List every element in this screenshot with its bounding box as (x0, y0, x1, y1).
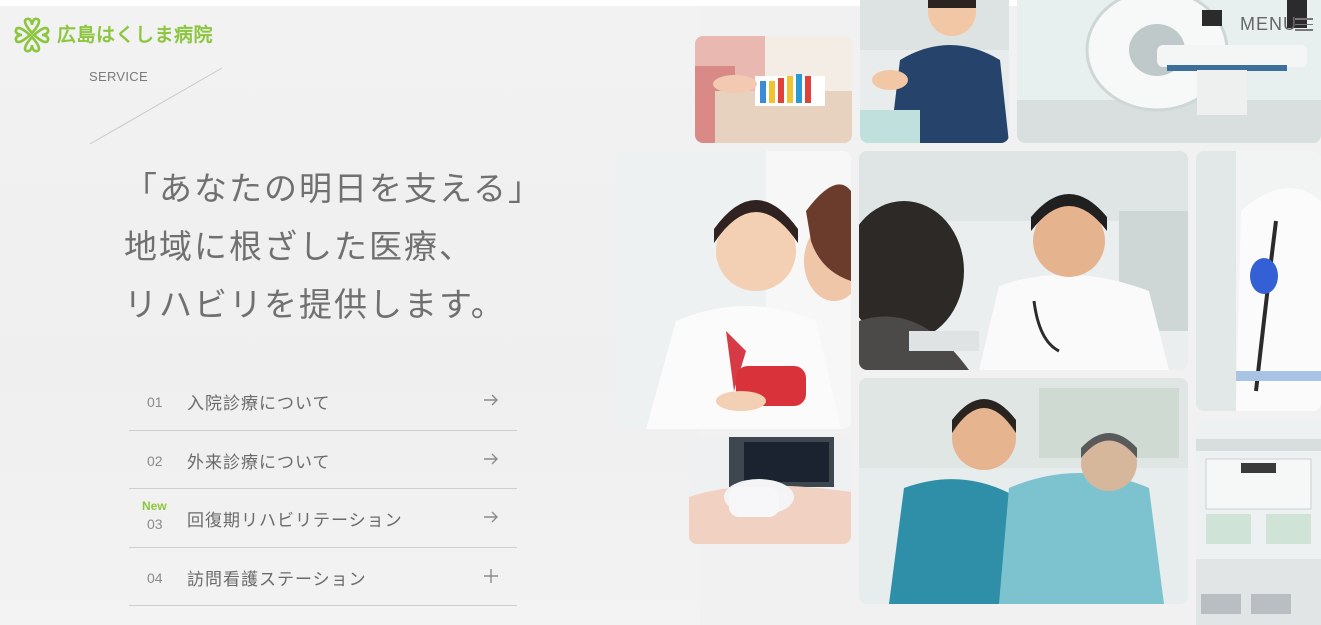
diagonal-divider (89, 67, 223, 145)
service-label: 回復期リハビリテーション (187, 511, 403, 531)
service-list: 01 入院診療について 02 外来診療について New 03 回復期リハビリテー… (129, 372, 517, 606)
clover-logo-icon (14, 17, 50, 53)
menu-button[interactable]: MENU (1240, 14, 1297, 35)
service-number: 04 (147, 569, 163, 586)
service-number: 01 (147, 394, 163, 410)
main-heading: 「あなたの明日を支える」 地域に根ざした医療、 リハビリを提供します。 (124, 160, 543, 334)
heading-line-3: リハビリを提供します。 (124, 285, 506, 324)
arrow-right-icon (484, 453, 498, 464)
logo-text: 広島はくしま病院 (57, 24, 214, 46)
service-label: 入院診療について (187, 394, 331, 414)
service-item-outpatient[interactable]: 02 外来診療について (129, 431, 517, 489)
arrow-right-icon (484, 394, 498, 406)
service-label: 訪問看護ステーション (187, 569, 367, 590)
arrow-right-icon (484, 511, 498, 523)
photo-doctor-smiling (860, 0, 1009, 143)
service-item-rehabilitation[interactable]: New 03 回復期リハビリテーション (129, 489, 517, 548)
heading-line-1: 「あなたの明日を支える」 (124, 169, 544, 208)
photo-nurse-blood-pressure (616, 151, 851, 429)
plus-icon (484, 568, 498, 583)
service-label: 外来診療について (187, 452, 331, 473)
new-badge: New (142, 499, 167, 513)
photo-nurse-endoscope (1196, 151, 1321, 411)
service-item-home-nursing[interactable]: 04 訪問看護ステーション (129, 548, 517, 606)
photo-rehab-blocks (695, 36, 852, 143)
service-number: 02 (147, 452, 163, 469)
service-item-inpatient[interactable]: 01 入院診療について (129, 372, 517, 431)
site-logo[interactable]: 広島はくしま病院 (13, 16, 213, 54)
heading-line-2: 地域に根ざした医療、 (124, 227, 474, 266)
hamburger-icon[interactable] (1295, 18, 1313, 32)
photo-ultrasound (689, 437, 851, 544)
photo-doctor-consultation (859, 151, 1188, 370)
photo-rehab-walking (859, 378, 1188, 604)
service-number: 03 (147, 516, 163, 532)
photo-hospital-lobby (1196, 419, 1321, 625)
